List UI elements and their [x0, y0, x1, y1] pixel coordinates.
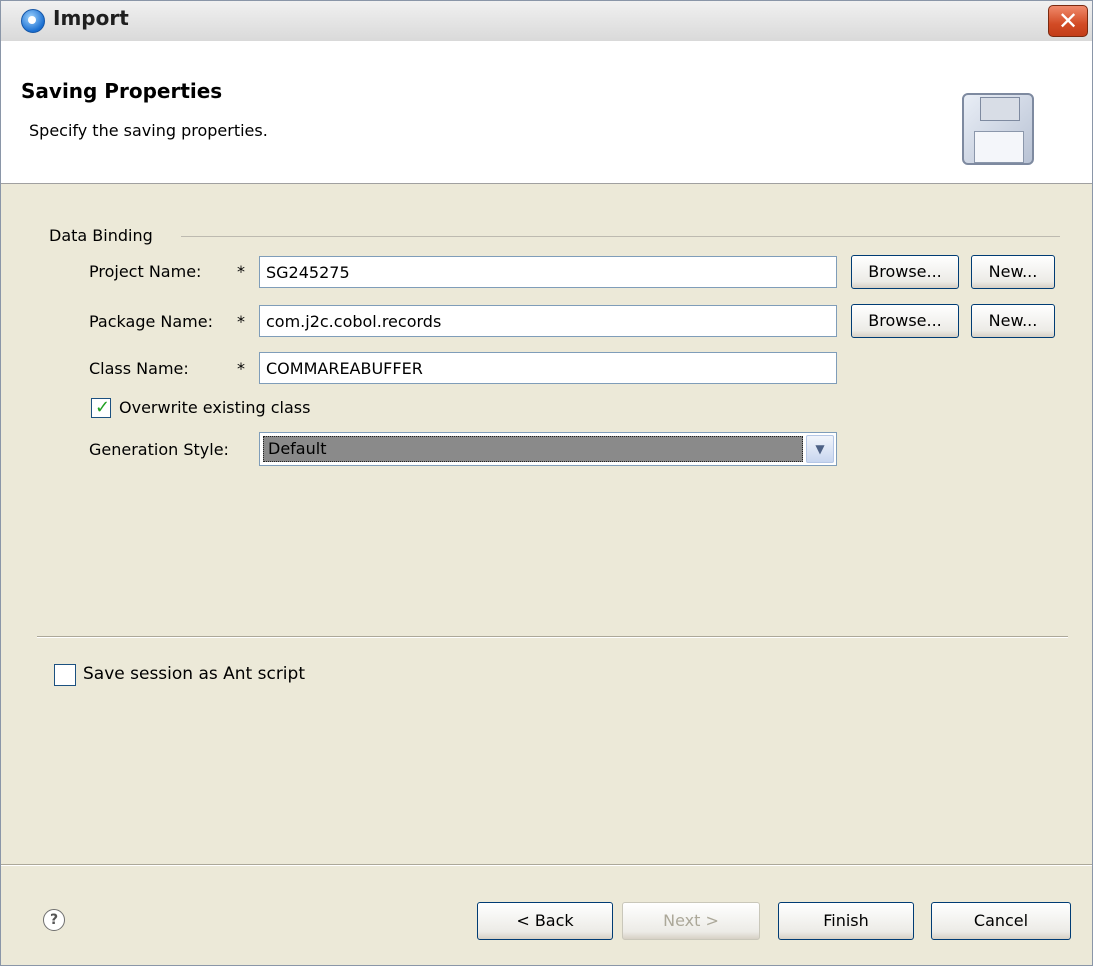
- package-browse-button[interactable]: Browse...: [851, 304, 959, 338]
- data-binding-group-label: Data Binding: [49, 226, 159, 245]
- checkmark-icon: ✓: [95, 397, 111, 418]
- wizard-header: Saving Properties Specify the saving pro…: [1, 41, 1092, 184]
- project-required-marker: *: [237, 262, 245, 281]
- generation-style-value: Default: [263, 436, 803, 462]
- generation-style-select[interactable]: Default ▼: [259, 432, 837, 466]
- finish-button[interactable]: Finish: [778, 902, 914, 940]
- title-bar: Import ✕: [1, 1, 1092, 42]
- package-required-marker: *: [237, 312, 245, 331]
- package-new-button[interactable]: New...: [971, 304, 1055, 338]
- project-browse-button[interactable]: Browse...: [851, 255, 959, 289]
- section-separator: [37, 636, 1068, 638]
- wizard-body: Data Binding Project Name: * Browse... N…: [1, 184, 1092, 965]
- cancel-button[interactable]: Cancel: [931, 902, 1071, 940]
- overwrite-label: Overwrite existing class: [119, 398, 311, 417]
- package-name-input[interactable]: [259, 305, 837, 337]
- class-name-input[interactable]: [259, 352, 837, 384]
- project-name-input[interactable]: [259, 256, 837, 288]
- package-name-label: Package Name:: [89, 312, 213, 331]
- close-button[interactable]: ✕: [1048, 5, 1088, 37]
- chevron-down-icon[interactable]: ▼: [806, 435, 834, 463]
- floppy-label: [974, 131, 1024, 163]
- next-button[interactable]: Next >: [622, 902, 760, 940]
- project-name-label: Project Name:: [89, 262, 202, 281]
- class-name-label: Class Name:: [89, 359, 189, 378]
- overwrite-checkbox[interactable]: ✓: [91, 397, 111, 418]
- class-required-marker: *: [237, 359, 245, 378]
- import-dialog: Import ✕ Saving Properties Specify the s…: [0, 0, 1093, 966]
- back-button[interactable]: < Back: [477, 902, 613, 940]
- help-icon[interactable]: ?: [43, 909, 65, 931]
- floppy-shutter: [980, 97, 1020, 121]
- group-border: [181, 236, 1060, 237]
- ant-script-checkbox[interactable]: [54, 664, 76, 686]
- page-description: Specify the saving properties.: [29, 121, 268, 140]
- generation-style-label: Generation Style:: [89, 440, 229, 459]
- ant-script-label: Save session as Ant script: [83, 664, 305, 684]
- footer-separator: [1, 864, 1092, 866]
- window-title: Import: [53, 6, 129, 30]
- close-icon: ✕: [1057, 7, 1079, 35]
- eclipse-app-icon: [21, 9, 45, 33]
- floppy-disk-icon: [962, 93, 1034, 165]
- project-new-button[interactable]: New...: [971, 255, 1055, 289]
- page-title: Saving Properties: [21, 79, 223, 103]
